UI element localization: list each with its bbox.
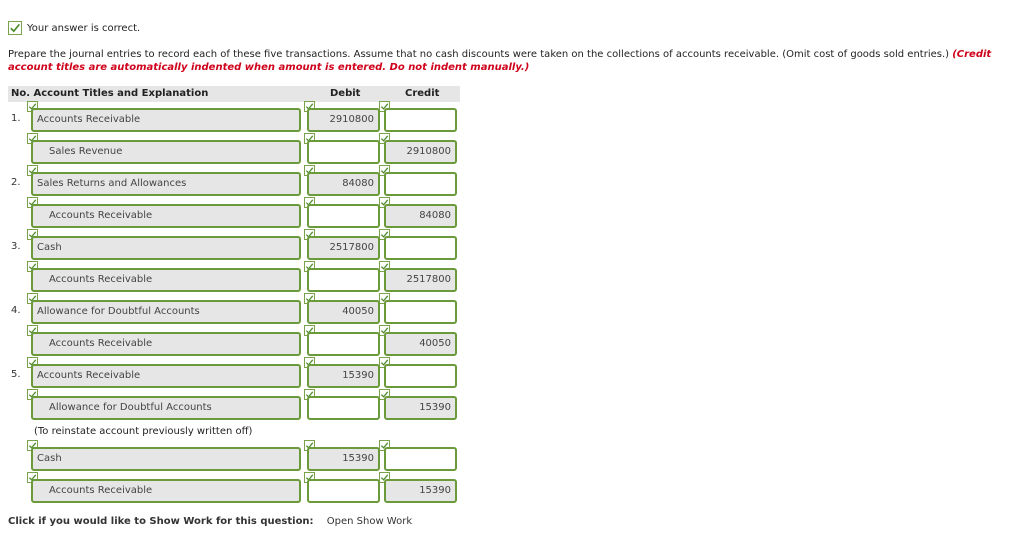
account-title-field[interactable]: Accounts Receivable	[31, 332, 301, 356]
credit-amount-field[interactable]: 15390	[384, 479, 457, 503]
entry-number: 2.	[11, 177, 21, 188]
account-title-field[interactable]: Accounts Receivable	[31, 479, 301, 503]
debit-amount-field[interactable]	[307, 140, 380, 164]
account-title-field[interactable]: Accounts Receivable	[31, 108, 301, 132]
credit-amount-field[interactable]	[384, 172, 457, 196]
entry-number: 4.	[11, 305, 21, 316]
debit-amount-field[interactable]: 15390	[307, 364, 380, 388]
account-title-field[interactable]: Accounts Receivable	[31, 268, 301, 292]
credit-amount-field[interactable]: 2517800	[384, 268, 457, 292]
header-debit: Debit	[330, 88, 361, 99]
account-title-field[interactable]: Accounts Receivable	[31, 204, 301, 228]
entry-number: 1.	[11, 113, 21, 124]
account-title-field[interactable]: Cash	[31, 447, 301, 471]
debit-amount-field[interactable]: 2910800	[307, 108, 380, 132]
credit-amount-field[interactable]: 15390	[384, 396, 457, 420]
debit-amount-field[interactable]	[307, 479, 380, 503]
credit-amount-field[interactable]	[384, 364, 457, 388]
account-title-field[interactable]: Sales Revenue	[31, 140, 301, 164]
debit-amount-field[interactable]: 2517800	[307, 236, 380, 260]
credit-amount-field[interactable]	[384, 300, 457, 324]
account-title-field[interactable]: Cash	[31, 236, 301, 260]
debit-amount-field[interactable]	[307, 268, 380, 292]
instructions: Prepare the journal entries to record ea…	[8, 48, 1008, 74]
entry-number: 3.	[11, 241, 21, 252]
account-title-field[interactable]: Allowance for Doubtful Accounts	[31, 396, 301, 420]
debit-amount-field[interactable]: 15390	[307, 447, 380, 471]
debit-amount-field[interactable]	[307, 396, 380, 420]
entry-number: 5.	[11, 369, 21, 380]
show-work-prompt: Click if you would like to Show Work for…	[8, 516, 314, 527]
checkmark-icon	[8, 21, 22, 35]
credit-amount-field[interactable]	[384, 108, 457, 132]
account-title-field[interactable]: Allowance for Doubtful Accounts	[31, 300, 301, 324]
open-show-work-link[interactable]: Open Show Work	[327, 516, 412, 527]
debit-amount-field[interactable]	[307, 332, 380, 356]
status-message: Your answer is correct.	[8, 21, 140, 35]
instructions-text: Prepare the journal entries to record ea…	[8, 49, 953, 60]
part-marker	[0, 0, 30, 2]
entry-explanation: (To reinstate account previously written…	[34, 426, 253, 437]
debit-amount-field[interactable]: 84080	[307, 172, 380, 196]
account-title-field[interactable]: Sales Returns and Allowances	[31, 172, 301, 196]
debit-amount-field[interactable]	[307, 204, 380, 228]
header-account: No. Account Titles and Explanation	[11, 88, 209, 99]
header-credit: Credit	[405, 88, 440, 99]
credit-amount-field[interactable]: 2910800	[384, 140, 457, 164]
table-header: No. Account Titles and Explanation Debit…	[8, 86, 460, 102]
credit-amount-field[interactable]	[384, 447, 457, 471]
credit-amount-field[interactable]: 40050	[384, 332, 457, 356]
show-work-bar: Click if you would like to Show Work for…	[8, 516, 412, 527]
debit-amount-field[interactable]: 40050	[307, 300, 380, 324]
account-title-field[interactable]: Accounts Receivable	[31, 364, 301, 388]
credit-amount-field[interactable]: 84080	[384, 204, 457, 228]
credit-amount-field[interactable]	[384, 236, 457, 260]
status-text: Your answer is correct.	[27, 22, 141, 34]
